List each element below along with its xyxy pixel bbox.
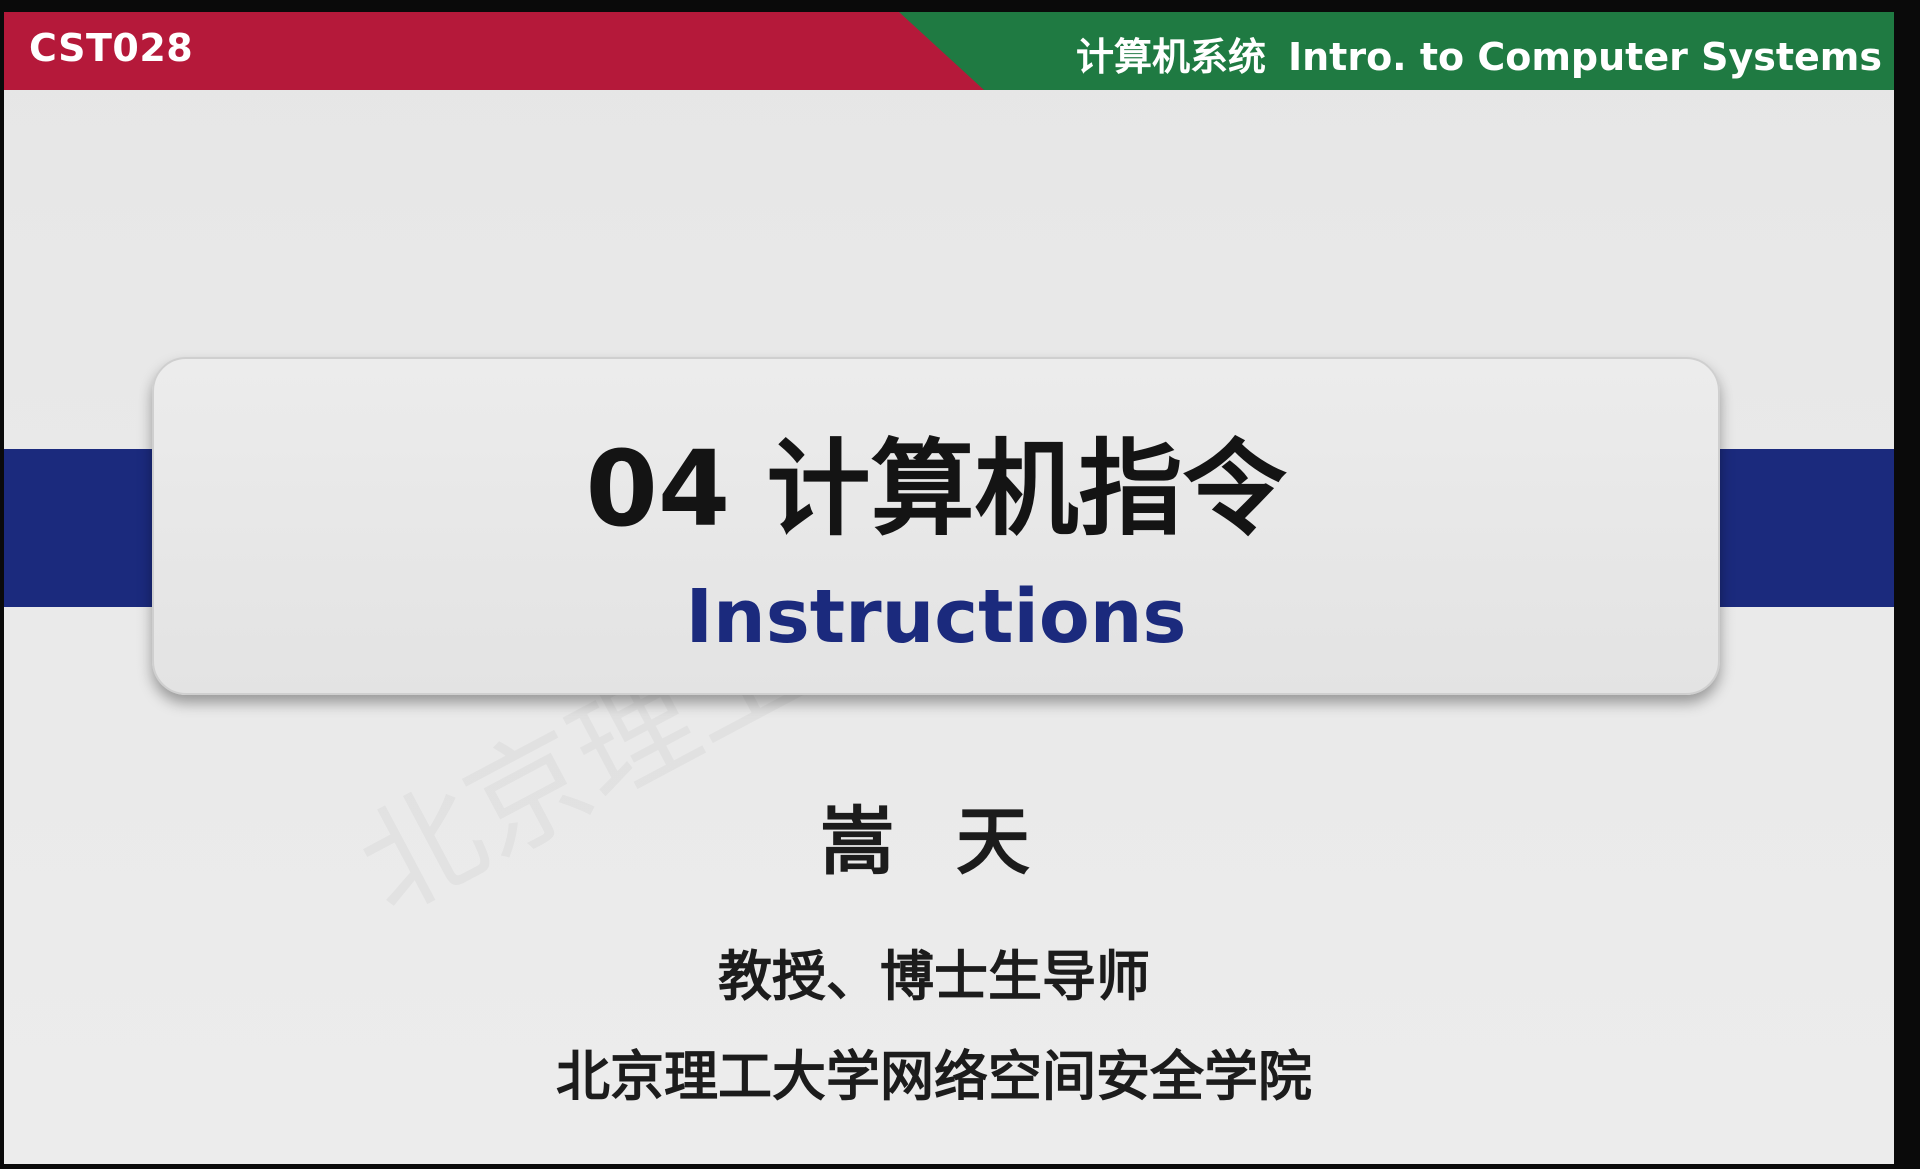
video-frame: 北京理工大学 CST028 计算机系统Intro. to Computer Sy… — [0, 0, 1920, 1169]
course-title-en: Intro. to Computer Systems — [1287, 35, 1882, 79]
lecture-title: 04 计算机指令 — [585, 428, 1287, 550]
presenter-role: 教授、博士生导师 — [718, 945, 1150, 1008]
course-title: 计算机系统 Intro. to Computer Systems — [1076, 26, 1882, 81]
presenter-name: 嵩 天 — [820, 799, 1048, 885]
lecture-subtitle: Instructions — [685, 574, 1187, 660]
course-title-cn: 计算机系统 — [1075, 35, 1266, 79]
header-bar: CST028 计算机系统 Intro. to Computer Systems — [4, 12, 1894, 90]
presenter-affiliation: 北京理工大学网络空间安全学院 — [556, 1045, 1312, 1108]
course-code: CST028 — [29, 26, 194, 70]
title-card: 04 计算机指令 Instructions — [152, 357, 1720, 695]
slide: 北京理工大学 CST028 计算机系统Intro. to Computer Sy… — [4, 12, 1894, 1164]
